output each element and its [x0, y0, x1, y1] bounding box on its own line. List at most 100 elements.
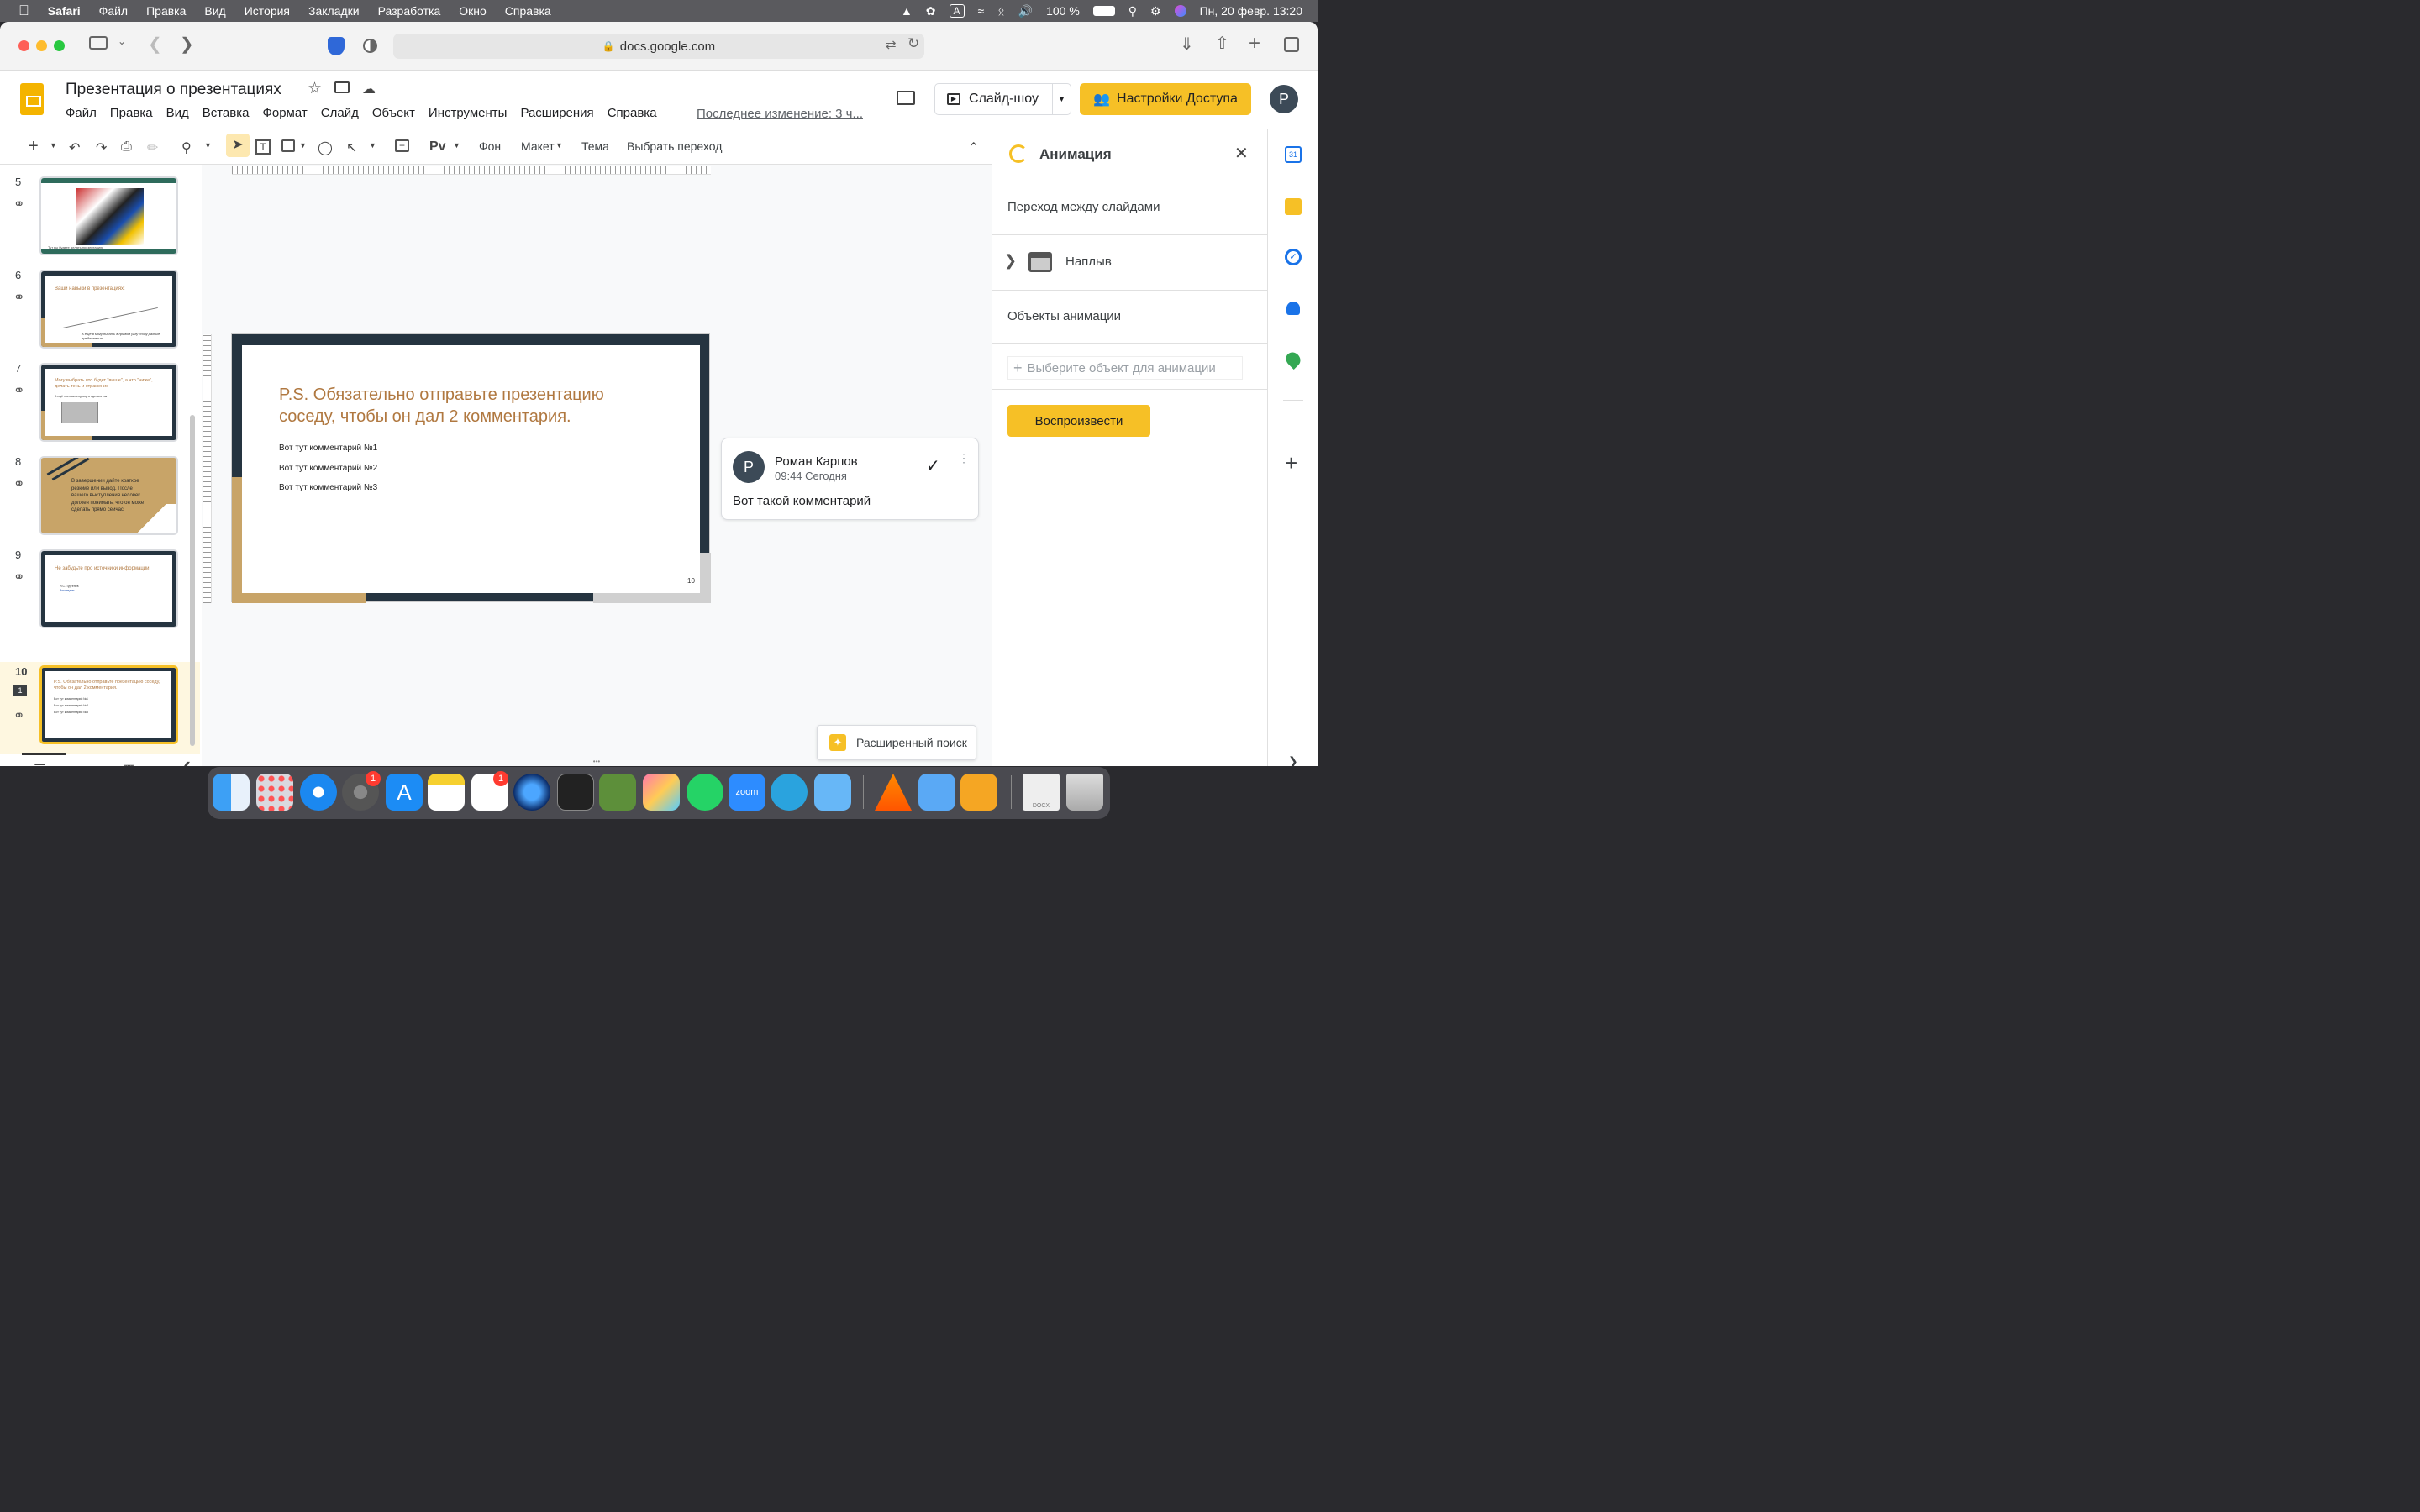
menu-view[interactable]: Вид [166, 106, 189, 120]
last-change-link[interactable]: Последнее изменение: 3 ч... [697, 107, 863, 121]
document-title[interactable]: Презентация о презентациях [66, 81, 281, 99]
menu-slide[interactable]: Слайд [321, 106, 359, 120]
share-button[interactable]: 👥 Настройки Доступа [1080, 83, 1251, 115]
notes-icon[interactable] [428, 774, 465, 811]
apple-menu-icon[interactable]:  [18, 3, 29, 19]
menu-tools[interactable]: Инструменты [429, 106, 508, 120]
slide-bullet[interactable]: Вот тут комментарий №2 [279, 464, 377, 473]
control-center-icon[interactable]: ⚙ [1150, 4, 1161, 18]
zoom-window-button[interactable] [54, 40, 65, 51]
transition-link-icon[interactable]: ⚭ [13, 289, 24, 306]
star-icon[interactable]: ☆ [308, 79, 322, 98]
slide-thumbnail-9[interactable]: Не забудьте про источники информации И.С… [39, 549, 178, 628]
address-bar[interactable]: 🔒 docs.google.com [393, 34, 924, 59]
bluetooth-icon[interactable]: ᛟ [997, 4, 1004, 18]
status-app-icon[interactable]: ✿ [926, 4, 936, 18]
add-comment-icon[interactable]: + [395, 139, 409, 152]
redo-icon[interactable]: ↷ [96, 139, 107, 156]
undo-icon[interactable]: ↶ [69, 139, 80, 156]
slide-thumbnail-10[interactable]: P.S. Обязательно отправьте презентацию с… [39, 665, 178, 744]
input-tools-icon[interactable]: Pv [429, 139, 446, 155]
background-button[interactable]: Фон [479, 139, 501, 153]
downloads-icon[interactable]: ⇓ [1180, 34, 1194, 55]
sidebar-toggle-icon[interactable] [89, 36, 108, 50]
app-store-icon[interactable]: A [386, 774, 423, 811]
line-icon[interactable]: ↖ [346, 139, 357, 156]
menu-file[interactable]: Файл [66, 106, 97, 120]
print-icon[interactable]: ⎙ [121, 139, 132, 155]
telegram-icon[interactable] [771, 774, 808, 811]
forward-icon[interactable]: ❯ [180, 34, 194, 55]
wifi-icon[interactable]: ≈ [978, 4, 985, 18]
reload-icon[interactable]: ↻ [908, 35, 919, 52]
siri-icon[interactable] [1174, 5, 1186, 17]
insert-image-icon[interactable] [281, 139, 295, 152]
vlc-icon[interactable] [875, 774, 912, 811]
translate-icon[interactable]: ⇄ [886, 37, 897, 52]
docx-file-icon[interactable]: DOCX [1023, 774, 1060, 811]
paint-format-icon[interactable]: ✏ [147, 139, 158, 156]
menu-help[interactable]: Справка [608, 106, 657, 120]
transition-link-icon[interactable]: ⚭ [13, 196, 24, 213]
browser-app-icon[interactable] [513, 774, 550, 811]
back-icon[interactable]: ❮ [148, 34, 162, 55]
shape-icon[interactable]: ◯ [318, 139, 333, 156]
menubar-app-name[interactable]: Safari [48, 4, 81, 18]
finder-icon[interactable] [213, 774, 250, 811]
current-slide[interactable]: P.S. Обязательно отправьте презентацию с… [231, 333, 711, 603]
minimize-window-button[interactable] [36, 40, 47, 51]
video-editor-icon[interactable] [599, 774, 636, 811]
expand-sidebar-icon[interactable]: ❯ [1288, 754, 1298, 766]
keep-icon[interactable] [1285, 198, 1302, 215]
new-slide-dropdown-icon[interactable]: ▼ [50, 141, 57, 150]
battery-icon[interactable] [1092, 6, 1115, 16]
input-tools-dropdown-icon[interactable]: ▼ [453, 141, 460, 150]
volume-icon[interactable]: 🔊 [1018, 4, 1033, 18]
filmstrip-scrollbar[interactable] [190, 415, 195, 746]
theme-button[interactable]: Тема [581, 139, 609, 153]
menu-object[interactable]: Объект [372, 106, 415, 120]
menubar-item-help[interactable]: Справка [505, 4, 551, 18]
slide-bullet[interactable]: Вот тут комментарий №1 [279, 444, 377, 453]
play-button[interactable]: Воспроизвести [1007, 405, 1150, 437]
slideshow-button[interactable]: ▶ Слайд-шоу ▼ [934, 83, 1071, 115]
menubar-item-history[interactable]: История [245, 4, 290, 18]
zoom-icon[interactable]: zoom [729, 774, 765, 811]
transition-link-icon[interactable]: ⚭ [13, 569, 24, 585]
resize-handle-icon[interactable]: ••• [587, 758, 607, 765]
menubar-item-bookmarks[interactable]: Закладки [308, 4, 360, 18]
filmstrip-view-icon[interactable]: ☰ [34, 761, 45, 766]
transition-button[interactable]: Выбрать переход [627, 139, 722, 153]
slide-bullet[interactable]: Вот тут комментарий №3 [279, 483, 377, 492]
menu-edit[interactable]: Правка [110, 106, 153, 120]
account-avatar[interactable]: Р [1270, 85, 1298, 113]
input-source-icon[interactable]: A [949, 4, 965, 18]
calendar-icon[interactable]: 31 [1285, 146, 1302, 163]
layout-button[interactable]: Макет [521, 139, 555, 153]
pages-viewer-icon[interactable] [918, 774, 955, 811]
vlc-status-icon[interactable]: ▲ [901, 4, 913, 18]
tasks-icon[interactable]: ✓ [1285, 249, 1302, 265]
text-box-icon[interactable]: T [255, 139, 271, 155]
menu-insert[interactable]: Вставка [203, 106, 250, 120]
close-window-button[interactable] [18, 40, 29, 51]
privacy-shield-icon[interactable] [328, 37, 345, 55]
photos-app-icon[interactable] [643, 774, 680, 811]
share-icon[interactable]: ⇧ [1215, 33, 1229, 54]
menubar-item-file[interactable]: Файл [99, 4, 128, 18]
whatsapp-icon[interactable] [687, 774, 723, 811]
google-slides-logo-icon[interactable] [20, 83, 44, 115]
layout-dropdown-icon[interactable]: ▼ [555, 141, 563, 150]
safari-icon[interactable] [300, 774, 337, 811]
menu-format[interactable]: Формат [262, 106, 307, 120]
comment-card[interactable]: Р Роман Карпов 09:44 Сегодня ✓ ⋮ Вот так… [721, 438, 979, 520]
menubar-item-window[interactable]: Окно [459, 4, 487, 18]
transition-link-icon[interactable]: ⚭ [13, 707, 24, 724]
more-options-icon[interactable]: ⋮ [958, 452, 970, 464]
slideshow-dropdown-icon[interactable]: ▼ [1052, 84, 1071, 114]
menubar-datetime[interactable]: Пн, 20 февр. 13:20 [1200, 4, 1302, 18]
zoom-icon[interactable]: ⚲ [182, 139, 192, 156]
explore-button[interactable]: ✦ Расширенный поиск [817, 725, 976, 760]
get-addons-icon[interactable]: + [1285, 450, 1297, 476]
menubar-item-develop[interactable]: Разработка [378, 4, 441, 18]
